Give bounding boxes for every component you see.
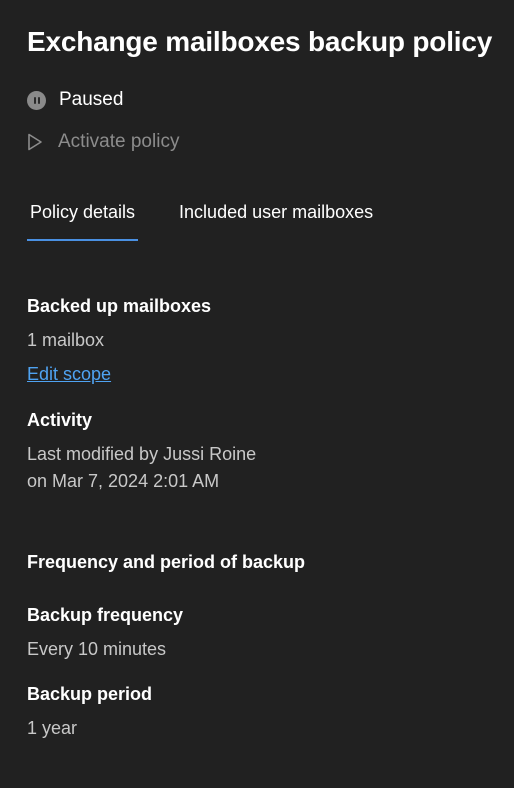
backed-up-mailboxes-heading: Backed up mailboxes [27, 296, 212, 316]
backup-period-value: 1 year [27, 718, 78, 738]
activate-policy-label: Activate policy [58, 131, 180, 152]
edit-scope-link[interactable]: Edit scope [27, 364, 111, 385]
frequency-section-heading: Frequency and period of backup [27, 552, 306, 572]
activate-policy-button[interactable]: Activate policy [27, 129, 179, 155]
status-indicator: Paused [27, 88, 123, 112]
activity-modified-by: Last modified by Jussi Roine [27, 444, 257, 464]
backup-frequency-label: Backup frequency [27, 605, 184, 625]
activity-modified-date: on Mar 7, 2024 2:01 AM [27, 471, 220, 491]
tab-included-user-mailboxes[interactable]: Included user mailboxes [176, 198, 376, 238]
policy-details-panel: Exchange mailboxes backup policy Paused … [0, 0, 514, 788]
status-label: Paused [59, 89, 124, 110]
backed-up-mailboxes-value: 1 mailbox [27, 330, 105, 350]
backup-period-label: Backup period [27, 684, 153, 704]
tab-policy-details[interactable]: Policy details [27, 198, 139, 241]
pause-circle-icon [27, 90, 46, 110]
play-icon [27, 132, 45, 152]
page-title: Exchange mailboxes backup policy [27, 26, 493, 57]
tab-bar: Policy details Included user mailboxes [27, 198, 376, 244]
activity-heading: Activity [27, 410, 93, 430]
backup-frequency-value: Every 10 minutes [27, 639, 167, 659]
